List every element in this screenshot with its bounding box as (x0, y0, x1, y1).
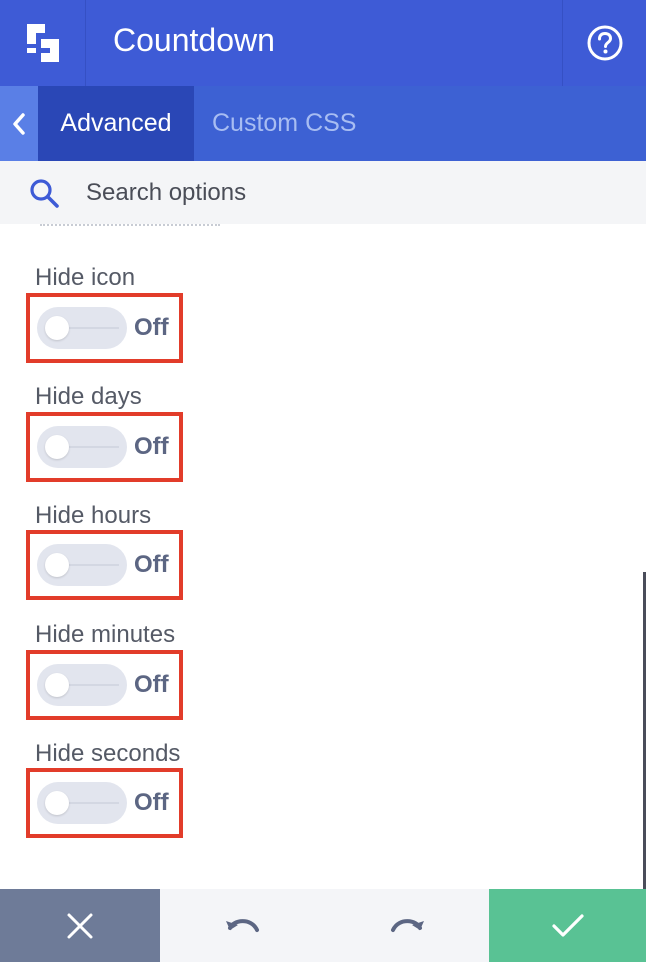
option-label-hide-seconds: Hide seconds (35, 740, 181, 767)
search-input[interactable]: Search options (0, 161, 646, 224)
search-placeholder: Search options (86, 179, 247, 206)
toggle-hide-days[interactable]: Off (26, 412, 183, 482)
tab-bar: Advanced Custom CSS (0, 86, 646, 161)
toggle-state: Off (134, 789, 169, 816)
toggle-hide-seconds[interactable]: Off (26, 768, 183, 838)
back-button[interactable] (0, 86, 38, 161)
toggle-hide-minutes[interactable]: Off (26, 650, 183, 720)
help-circle-icon (587, 25, 622, 61)
toggle-knob (45, 791, 69, 815)
tab-advanced[interactable]: Advanced (38, 86, 194, 161)
action-footer (0, 889, 646, 962)
search-icon (30, 179, 59, 208)
toggle-track (37, 544, 127, 586)
toggle-track (37, 426, 127, 468)
redo-icon (391, 918, 424, 932)
app-title: Countdown (113, 22, 275, 58)
help-button[interactable] (562, 0, 646, 86)
logo (0, 0, 86, 86)
options-panel: Hide icon Off Hide days Off Hide hours O… (0, 224, 646, 889)
checkmark-icon (551, 913, 584, 937)
toggle-knob (45, 553, 69, 577)
toggle-state: Off (134, 551, 169, 578)
tab-custom-css[interactable]: Custom CSS (212, 86, 356, 161)
toggle-hide-icon[interactable]: Off (26, 293, 183, 363)
redo-button[interactable] (325, 889, 489, 962)
undo-icon (225, 918, 259, 932)
close-icon (67, 913, 93, 938)
toggle-knob (45, 673, 69, 697)
toggle-track (37, 664, 127, 706)
toggle-track (37, 782, 127, 824)
toggle-knob (45, 316, 69, 340)
undo-button[interactable] (160, 889, 325, 962)
option-label-hide-days: Hide days (35, 383, 142, 410)
cancel-button[interactable] (0, 889, 160, 962)
toggle-hide-hours[interactable]: Off (26, 530, 183, 600)
toggle-state: Off (134, 433, 169, 460)
toggle-track (37, 307, 127, 349)
clipped-option-remnant (40, 224, 220, 227)
builder-logo-icon (26, 24, 59, 62)
chevron-left-icon (13, 112, 25, 135)
option-label-hide-minutes: Hide minutes (35, 621, 176, 648)
option-label-hide-hours: Hide hours (35, 502, 152, 529)
toggle-state: Off (134, 671, 169, 698)
save-button[interactable] (489, 889, 646, 962)
app-header: Countdown (0, 0, 646, 86)
option-label-hide-icon: Hide icon (35, 264, 136, 291)
toggle-knob (45, 435, 69, 459)
toggle-state: Off (134, 314, 169, 341)
